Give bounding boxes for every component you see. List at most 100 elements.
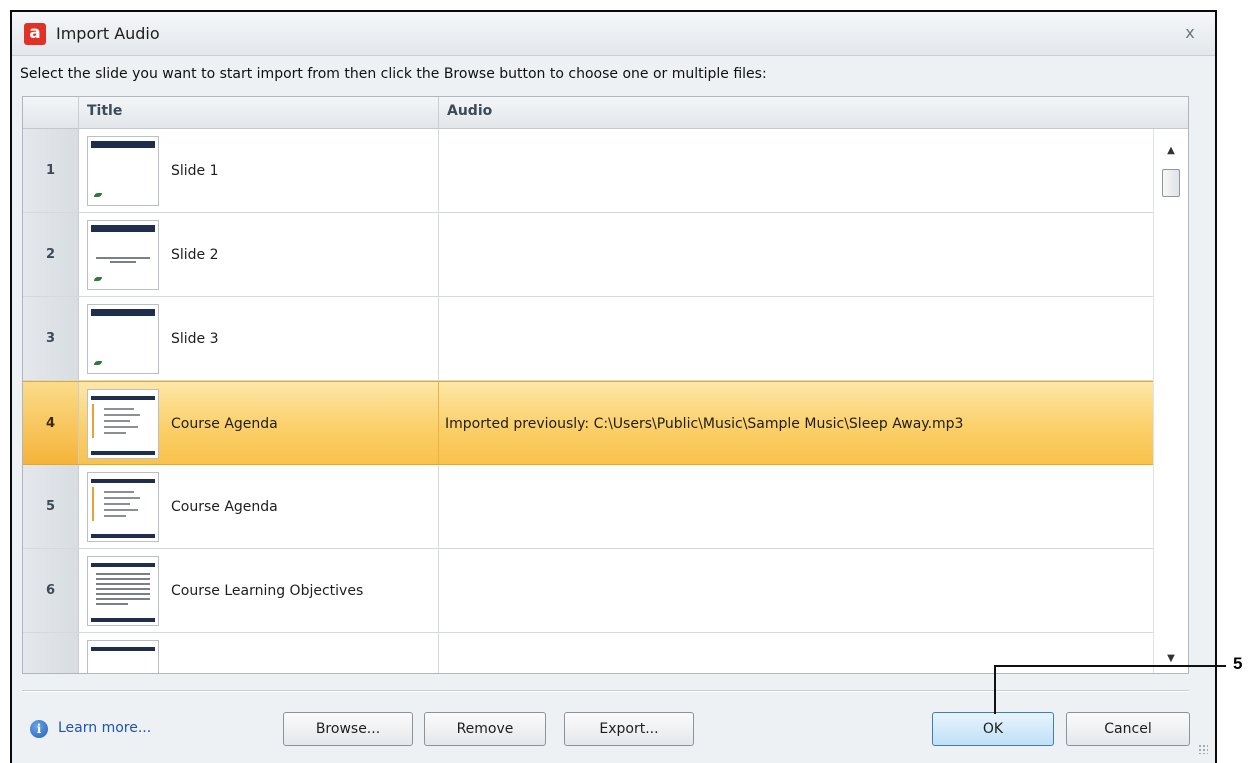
thumb-footer-band: [91, 618, 155, 622]
audio-cell: Imported previously: C:\Users\Public\Mus…: [445, 416, 964, 432]
thumb-footer-band: [91, 534, 155, 538]
audio-cell: [439, 297, 1153, 380]
resize-grip[interactable]: [1198, 744, 1208, 754]
cancel-button[interactable]: Cancel: [1066, 712, 1190, 746]
vertical-scrollbar[interactable]: ▲ ▼: [1153, 129, 1188, 673]
slides-grid: Title Audio 1 Slide 1 2 Slide 2 3 Slide …: [22, 96, 1189, 674]
leaf-icon: [94, 361, 102, 365]
leaf-icon: [94, 277, 102, 281]
table-row[interactable]: 1 Slide 1: [23, 129, 1153, 213]
thumb-header-band: [91, 563, 155, 567]
slide-thumbnail: [87, 472, 159, 542]
thumb-text-line: [104, 432, 126, 434]
slide-thumbnail: [87, 136, 159, 206]
thumb-header-band: [91, 647, 155, 651]
audio-cell: [439, 549, 1153, 632]
browse-button[interactable]: Browse...: [283, 712, 413, 746]
thumb-text-line: [104, 509, 138, 511]
thumb-header-band: [91, 225, 155, 232]
table-row[interactable]: 3 Slide 3: [23, 297, 1153, 381]
row-number: 5: [23, 465, 79, 548]
remove-button[interactable]: Remove: [424, 712, 546, 746]
slide-title: Course Agenda: [171, 416, 278, 432]
audio-cell: [439, 129, 1153, 212]
callout-number: 5: [1233, 654, 1243, 673]
thumb-text-line: [96, 603, 128, 605]
thumb-header-band: [91, 309, 155, 316]
ok-button[interactable]: OK: [932, 712, 1054, 746]
thumb-text-line: [104, 491, 134, 493]
callout-line-horizontal: [994, 665, 1226, 667]
thumb-text-line: [110, 261, 136, 263]
scroll-thumb[interactable]: [1162, 169, 1180, 197]
grid-rows: 1 Slide 1 2 Slide 2 3 Slide 3 4 Course A…: [23, 129, 1153, 673]
grid-header: Title Audio: [23, 97, 1188, 129]
thumb-text-line: [96, 257, 150, 259]
app-icon: a: [24, 23, 46, 45]
slide-title: Course Agenda: [171, 499, 278, 515]
instruction-text: Select the slide you want to start impor…: [20, 66, 767, 82]
audio-cell: [439, 633, 1153, 673]
slide-title: Slide 3: [171, 331, 219, 347]
audio-cell: [439, 465, 1153, 548]
slide-title: Slide 1: [171, 163, 219, 179]
thumb-text-line: [104, 503, 130, 505]
header-audio[interactable]: Audio: [439, 97, 1155, 129]
export-button[interactable]: Export...: [564, 712, 694, 746]
leaf-icon: [94, 193, 102, 197]
thumb-text-line: [104, 420, 130, 422]
title-cell: Course Learning Objectives: [79, 549, 439, 632]
thumb-text-line: [96, 598, 150, 600]
table-row[interactable]: 5 Course Agenda: [23, 465, 1153, 549]
table-row[interactable]: 2 Slide 2: [23, 213, 1153, 297]
thumb-header-band: [91, 396, 155, 400]
row-number: 6: [23, 549, 79, 632]
close-icon[interactable]: x: [1179, 22, 1201, 44]
slide-title: Course Learning Objectives: [171, 583, 364, 599]
thumb-header-band: [91, 479, 155, 483]
scroll-up-icon[interactable]: ▲: [1154, 141, 1188, 161]
thumb-accent-bar: [92, 487, 94, 521]
thumb-text-line: [104, 426, 138, 428]
slide-thumbnail: [87, 640, 159, 673]
slide-thumbnail: [87, 556, 159, 626]
thumb-text-line: [104, 497, 140, 499]
header-title[interactable]: Title: [79, 97, 439, 129]
slide-thumbnail: [87, 389, 159, 459]
title-cell: Course Agenda: [79, 382, 439, 464]
row-number: 3: [23, 297, 79, 380]
title-cell: Slide 2: [79, 213, 439, 296]
title-cell: Course Agenda: [79, 465, 439, 548]
thumb-text-line: [104, 408, 134, 410]
learn-more-link[interactable]: Learn more...: [58, 720, 151, 736]
info-icon[interactable]: i: [30, 720, 48, 738]
title-cell: Slide 3: [79, 297, 439, 380]
title-bar: a Import Audio x: [12, 12, 1215, 56]
table-row-selected[interactable]: 4 Course Agenda Imported previously: C:\…: [23, 381, 1153, 465]
title-cell: [79, 633, 439, 673]
thumb-accent-bar: [92, 404, 94, 438]
thumb-text-line: [96, 593, 150, 595]
thumb-text-line: [96, 578, 150, 580]
slide-thumbnail: [87, 220, 159, 290]
thumb-footer-band: [91, 451, 155, 455]
header-number: [23, 97, 79, 129]
thumb-text-line: [96, 588, 150, 590]
row-number: 4: [23, 382, 79, 464]
slide-title: Slide 2: [171, 247, 219, 263]
title-cell: Slide 1: [79, 129, 439, 212]
slide-thumbnail: [87, 304, 159, 374]
footer-divider: [22, 690, 1189, 692]
thumb-text-line: [104, 414, 140, 416]
row-number: 2: [23, 213, 79, 296]
dialog-title: Import Audio: [56, 24, 160, 43]
thumb-text-line: [104, 515, 126, 517]
row-number: 1: [23, 129, 79, 212]
thumb-header-band: [91, 141, 155, 148]
thumb-text-line: [96, 583, 150, 585]
table-row[interactable]: [23, 633, 1153, 673]
row-number: [23, 633, 79, 673]
thumb-text-line: [96, 573, 150, 575]
audio-cell: [439, 213, 1153, 296]
table-row[interactable]: 6 Course Learning Objectives: [23, 549, 1153, 633]
